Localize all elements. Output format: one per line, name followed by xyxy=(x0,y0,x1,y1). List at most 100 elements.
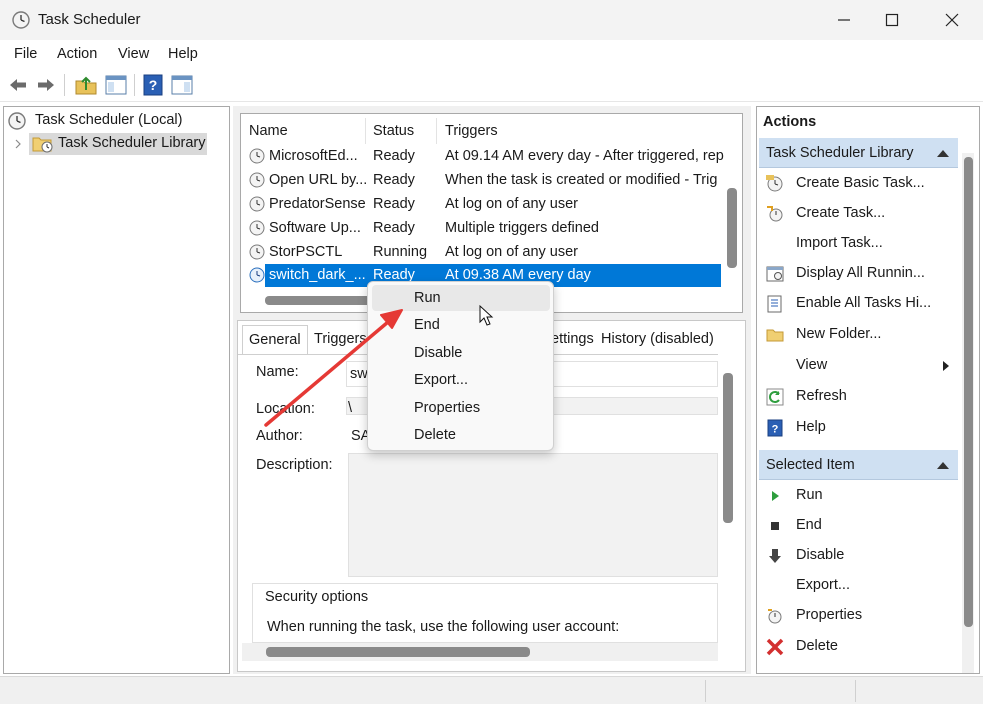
action-label: New Folder... xyxy=(796,326,882,342)
vertical-scrollbar-thumb[interactable] xyxy=(727,188,737,268)
task-clock-icon xyxy=(249,267,265,283)
menu-bar: File Action View Help xyxy=(0,40,983,68)
status-divider xyxy=(855,680,856,702)
maximize-icon xyxy=(885,13,899,27)
submenu-arrow-icon xyxy=(943,361,949,371)
task-row[interactable]: MicrosoftEd... Ready At 09.14 AM every d… xyxy=(241,145,724,168)
task-row[interactable]: StorPSCTL Running At log on of any user xyxy=(241,241,721,264)
task-row[interactable]: PredatorSense Ready At log on of any use… xyxy=(241,193,721,216)
up-folder-icon[interactable] xyxy=(74,73,98,97)
task-clock-icon xyxy=(249,244,265,260)
toolbar-separator xyxy=(64,74,65,96)
column-header-status[interactable]: Status xyxy=(373,114,414,146)
author-label: Author: xyxy=(256,428,303,444)
section-library[interactable]: Task Scheduler Library xyxy=(759,138,958,168)
title-bar: Task Scheduler xyxy=(0,0,983,40)
menu-view[interactable]: View xyxy=(118,46,149,62)
svg-text:?: ? xyxy=(772,424,779,436)
actions-scrollbar-thumb[interactable] xyxy=(964,157,973,627)
display-running-icon xyxy=(766,266,784,282)
context-disable[interactable]: Disable xyxy=(372,340,550,366)
action-run[interactable]: Run xyxy=(759,481,958,511)
menu-help[interactable]: Help xyxy=(168,46,198,62)
collapse-icon[interactable] xyxy=(937,462,949,469)
description-label: Description: xyxy=(256,457,333,473)
action-label: Run xyxy=(796,487,823,503)
task-status: Running xyxy=(373,244,428,260)
toolbar-separator xyxy=(134,74,135,96)
action-end[interactable]: End xyxy=(759,511,958,541)
actions-pane: Actions Task Scheduler Library Create Ba… xyxy=(756,106,980,674)
tab-triggers[interactable]: Triggers xyxy=(308,325,373,355)
task-row[interactable]: Software Up... Ready Multiple triggers d… xyxy=(241,217,721,240)
context-export[interactable]: Export... xyxy=(372,367,550,393)
maximize-button[interactable] xyxy=(868,0,916,40)
context-delete[interactable]: Delete xyxy=(372,422,550,448)
action-delete[interactable]: Delete xyxy=(759,632,958,662)
column-divider[interactable] xyxy=(436,118,437,144)
action-label: Enable All Tasks Hi... xyxy=(796,295,932,311)
action-import-task[interactable]: Import Task... xyxy=(759,229,958,259)
show-hide-action-pane-icon[interactable] xyxy=(170,73,194,97)
security-label: Security options xyxy=(263,589,371,605)
action-disable[interactable]: Disable xyxy=(759,541,958,571)
help-icon[interactable]: ? xyxy=(141,73,165,97)
minimize-button[interactable] xyxy=(820,0,868,40)
end-icon xyxy=(771,522,779,530)
context-item-label: Delete xyxy=(414,427,456,443)
back-arrow-icon[interactable] xyxy=(6,73,30,97)
folder-clock-icon xyxy=(32,137,53,153)
minimize-icon xyxy=(838,19,850,21)
context-menu: Run End Disable Export... Properties Del… xyxy=(367,281,554,451)
action-create-basic-task[interactable]: Create Basic Task... xyxy=(759,169,958,199)
action-display-running[interactable]: Display All Runnin... xyxy=(759,259,958,289)
column-header-name[interactable]: Name xyxy=(249,114,288,146)
action-enable-history[interactable]: Enable All Tasks Hi... xyxy=(759,289,958,319)
window-title: Task Scheduler xyxy=(38,11,141,28)
task-trigger: When the task is created or modified - T… xyxy=(445,172,718,188)
clock-icon xyxy=(12,11,30,29)
action-help[interactable]: ? Help xyxy=(759,413,958,443)
vertical-scrollbar-thumb[interactable] xyxy=(723,373,733,523)
help-icon: ? xyxy=(767,419,783,437)
column-header-triggers[interactable]: Triggers xyxy=(445,114,498,146)
menu-file[interactable]: File xyxy=(14,46,37,62)
action-new-folder[interactable]: New Folder... xyxy=(759,320,958,350)
context-properties[interactable]: Properties xyxy=(372,395,550,421)
show-hide-tree-icon[interactable] xyxy=(104,73,128,97)
actions-title: Actions xyxy=(763,114,817,130)
section-selected-item[interactable]: Selected Item xyxy=(759,450,958,480)
action-properties[interactable]: Properties xyxy=(759,601,958,631)
tab-general[interactable]: General xyxy=(242,325,308,355)
tree-root[interactable]: Task Scheduler (Local) xyxy=(8,110,223,132)
task-clock-icon xyxy=(249,148,265,164)
task-clock-icon xyxy=(249,196,265,212)
tree-item-library[interactable]: Task Scheduler Library xyxy=(12,133,227,155)
chevron-right-icon[interactable] xyxy=(14,139,22,149)
action-label: Delete xyxy=(796,638,838,654)
tab-history[interactable]: History (disabled) xyxy=(595,325,720,355)
context-item-label: Disable xyxy=(414,345,463,361)
action-label: End xyxy=(796,517,822,533)
horizontal-scrollbar-thumb[interactable] xyxy=(266,647,530,657)
delete-icon xyxy=(766,638,784,656)
task-trigger: At log on of any user xyxy=(445,244,578,260)
context-end[interactable]: End xyxy=(372,312,550,338)
close-button[interactable] xyxy=(928,0,976,40)
section-library-label: Task Scheduler Library xyxy=(766,145,914,161)
description-field[interactable] xyxy=(348,453,718,577)
properties-icon xyxy=(768,609,782,624)
location-value: \ xyxy=(348,400,353,416)
task-row[interactable]: Open URL by... Ready When the task is cr… xyxy=(241,169,721,192)
collapse-icon[interactable] xyxy=(937,150,949,157)
menu-action[interactable]: Action xyxy=(57,46,97,62)
context-run[interactable]: Run xyxy=(372,285,550,311)
column-divider[interactable] xyxy=(365,118,366,144)
action-label: Disable xyxy=(796,547,845,563)
action-label: Create Basic Task... xyxy=(796,175,925,191)
action-refresh[interactable]: Refresh xyxy=(759,382,958,412)
action-create-task[interactable]: Create Task... xyxy=(759,199,958,229)
action-export[interactable]: Export... xyxy=(759,571,958,601)
action-view[interactable]: View xyxy=(759,351,958,381)
forward-arrow-icon[interactable] xyxy=(34,73,58,97)
